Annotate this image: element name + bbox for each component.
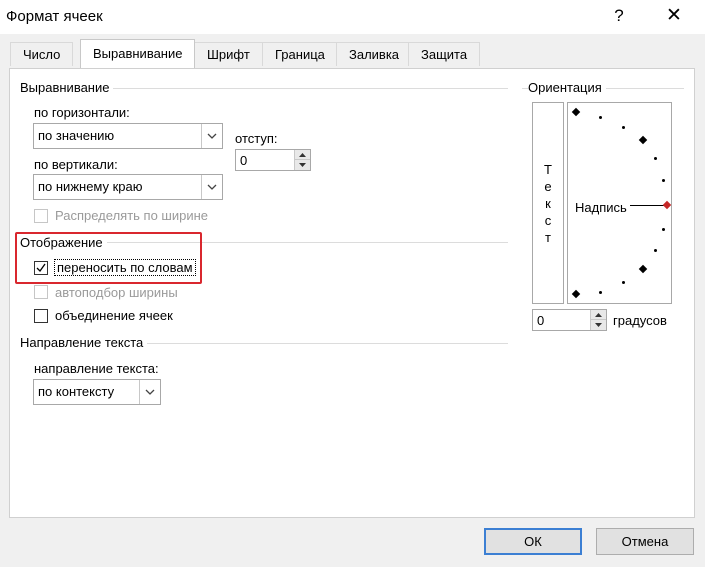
angle-marker-neg45 <box>638 264 648 274</box>
angle-marker-45 <box>638 135 648 145</box>
tab-fill[interactable]: Заливка <box>336 42 413 66</box>
vertical-select-value: по нижнему краю <box>38 179 143 194</box>
orientation-caption: Надпись <box>575 200 627 215</box>
direction-label: направление текста: <box>34 361 159 376</box>
degrees-label: градусов <box>613 313 667 328</box>
tab-alignment[interactable]: Выравнивание <box>80 39 196 68</box>
horizontal-label: по горизонтали: <box>34 105 130 120</box>
distribute-checkbox[interactable] <box>34 209 48 223</box>
dialog-title: Формат ячеек <box>6 8 103 25</box>
angle-dot <box>622 281 625 284</box>
direction-select-value: по контексту <box>38 384 115 399</box>
merge-checkbox[interactable] <box>34 309 48 323</box>
vertical-text-char: Т <box>544 162 552 177</box>
angle-marker-90 <box>571 107 581 117</box>
cancel-button[interactable]: Отмена <box>596 528 694 555</box>
direction-select[interactable]: по контексту <box>33 379 161 405</box>
direction-group-title: Направление текста <box>20 335 148 350</box>
angle-dot <box>622 126 625 129</box>
tab-border[interactable]: Граница <box>262 42 338 66</box>
vertical-text-char: с <box>544 213 552 228</box>
ok-button[interactable]: ОК <box>484 528 582 555</box>
indent-value: 0 <box>240 153 248 168</box>
indent-spinner[interactable]: 0 <box>235 149 311 171</box>
spin-down-icon[interactable] <box>294 160 310 170</box>
angle-dot <box>662 228 665 231</box>
tab-font[interactable]: Шрифт <box>194 42 263 66</box>
vertical-text-char: к <box>545 196 551 211</box>
merge-label: объединение ячеек <box>55 308 173 323</box>
indent-label: отступ: <box>235 131 278 146</box>
angle-marker-0[interactable] <box>662 200 672 210</box>
spin-up-icon[interactable] <box>590 310 606 320</box>
spin-down-icon[interactable] <box>590 320 606 330</box>
title-bar: Формат ячеек ? ✕ <box>0 0 705 34</box>
highlight-frame <box>15 232 202 284</box>
orientation-pointer <box>630 205 664 206</box>
chevron-down-icon[interactable] <box>201 124 222 148</box>
close-button[interactable]: ✕ <box>657 2 691 30</box>
horizontal-select[interactable]: по значению <box>33 123 223 149</box>
tab-protection[interactable]: Защита <box>408 42 481 66</box>
alignment-group-title: Выравнивание <box>20 80 114 95</box>
orientation-dial[interactable]: Надпись <box>567 102 672 304</box>
orientation-group-title: Ориентация <box>528 80 606 95</box>
angle-dot <box>654 157 657 160</box>
horizontal-select-value: по значению <box>38 128 115 143</box>
dialog-body: Число Выравнивание Шрифт Граница Заливка… <box>0 34 705 567</box>
chevron-down-icon[interactable] <box>201 175 222 199</box>
alignment-panel: Выравнивание по горизонтали: по значению… <box>9 68 695 518</box>
degrees-value: 0 <box>537 313 545 328</box>
angle-marker-neg90 <box>571 289 581 299</box>
vertical-text-char: е <box>544 179 552 194</box>
vertical-select[interactable]: по нижнему краю <box>33 174 223 200</box>
distribute-label: Распределять по ширине <box>55 208 209 223</box>
help-button[interactable]: ? <box>604 2 634 30</box>
vertical-text-button[interactable]: Т е к с т <box>532 102 564 304</box>
shrink-checkbox[interactable] <box>34 285 48 299</box>
vertical-text-char: т <box>545 230 551 245</box>
angle-dot <box>654 249 657 252</box>
angle-dot <box>599 116 602 119</box>
shrink-label: автоподбор ширины <box>55 285 178 300</box>
degrees-spinner[interactable]: 0 <box>532 309 607 331</box>
angle-dot <box>662 179 665 182</box>
vertical-label: по вертикали: <box>34 157 118 172</box>
chevron-down-icon[interactable] <box>139 380 160 404</box>
tab-number[interactable]: Число <box>10 42 74 66</box>
angle-dot <box>599 291 602 294</box>
spin-up-icon[interactable] <box>294 150 310 160</box>
